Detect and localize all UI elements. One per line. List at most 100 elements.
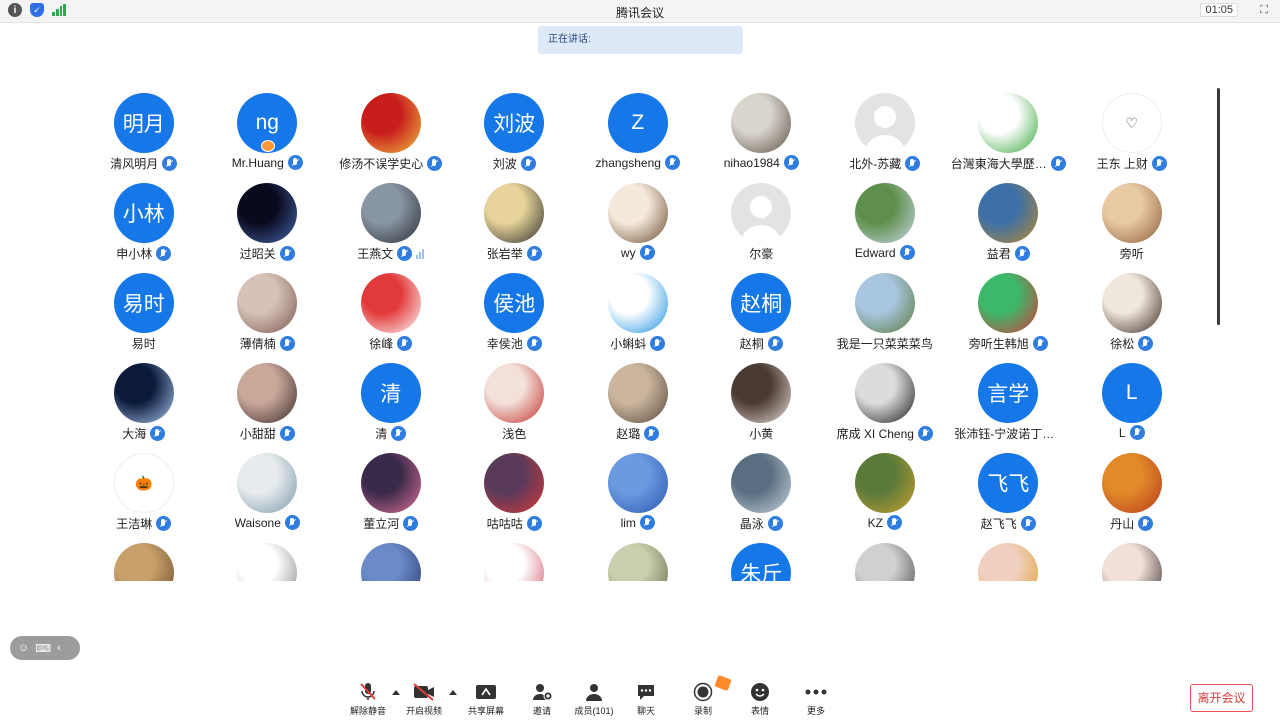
participant-tile[interactable]: 我是一只菜菜菜鸟 [823,268,947,358]
keyboard-icon[interactable]: ⌨ [35,642,51,655]
participant-name-row: 小蝌蚪 [610,335,666,352]
participant-name: 清风明月 [110,157,159,171]
participant-tile[interactable]: 薄倩楠 [206,268,330,358]
more-dots-icon [805,682,827,702]
participant-tile[interactable]: ng Mr.Huang [206,88,330,178]
emoji-icon[interactable]: ☺ [18,642,29,654]
participant-tile[interactable]: 小甜甜 [206,358,330,448]
muted-mic-icon [639,245,655,260]
unmute-button[interactable]: 解除静音 [338,682,398,717]
emoji-reaction-button[interactable]: 表情 [730,682,790,717]
leave-meeting-button[interactable]: 离开会议 [1190,684,1253,712]
participant-tile[interactable]: nihao1984 [700,88,824,178]
participant-tile[interactable]: wy [576,178,700,268]
muted-mic-icon [1020,516,1036,531]
start-video-button[interactable]: 开启视频 [394,682,454,717]
participant-avatar [360,453,421,513]
muted-mic-icon [1032,336,1048,351]
participant-tile[interactable]: 丹山 [1070,448,1194,538]
participant-tile[interactable]: KZ [823,448,947,538]
participant-tile[interactable]: 🎃 王洁琳 [82,448,206,538]
muted-mic-icon [650,336,666,351]
participant-avatar: 赵桐 [731,273,792,333]
participant-tile[interactable]: 明月 清风明月 [82,88,206,178]
participant-tile[interactable]: 小蝌蚪 [576,268,700,358]
muted-mic-icon [397,246,413,261]
participant-name: 修汤不误学史心 [339,157,424,171]
participant-tile[interactable]: 修汤不误学史心 [329,88,453,178]
participant-tile[interactable] [206,538,330,581]
participant-name-row: 修汤不误学史心 [339,155,443,172]
participant-tile[interactable] [82,538,206,581]
participant-tile[interactable]: 赵桐 赵桐 [700,268,824,358]
participant-tile[interactable]: 台灣東海大學歷… [947,88,1071,178]
participant-name: 赵璐 [616,427,641,441]
participant-avatar [484,453,545,513]
collapse-chevron-icon[interactable]: ‹ [57,642,61,654]
invite-button[interactable]: 邀请 [512,682,572,717]
participant-name: Edward [854,245,896,260]
participant-tile[interactable]: Waisone [206,448,330,538]
participant-tile[interactable]: 小黄 [700,358,824,448]
participant-name: 丹山 [1110,517,1135,531]
meeting-timer: 01:05 [1200,3,1238,17]
participant-tile[interactable] [576,538,700,581]
emoji-label: 表情 [750,706,769,716]
video-off-icon [413,682,435,702]
muted-mic-icon [162,156,178,171]
participant-tile[interactable]: ♡ 王东 上财 [1070,88,1194,178]
participant-tile[interactable] [823,538,947,581]
participant-avatar: ♡ [1101,93,1162,153]
muted-mic-icon [1138,516,1154,531]
participant-tile[interactable]: 董立河 [329,448,453,538]
participant-avatar [237,273,298,333]
invite-label: 邀请 [532,706,551,716]
participant-tile[interactable] [1070,538,1194,581]
participant-tile[interactable]: 晶泳 [700,448,824,538]
participant-tile[interactable]: 清清 [329,358,453,448]
more-button[interactable]: 更多 [786,682,846,717]
chat-button[interactable]: 聊天 [616,682,676,717]
participant-tile[interactable]: 席成 XI Cheng [823,358,947,448]
participant-name: 尔豪 [749,247,774,261]
participant-tile[interactable]: 旁听 [1070,178,1194,268]
participant-tile[interactable]: 刘波 刘波 [453,88,577,178]
participant-tile[interactable]: 尔豪 [700,178,824,268]
participant-tile[interactable]: 益君 [947,178,1071,268]
participant-tile[interactable]: 过昭关 [206,178,330,268]
participant-avatar: 飞飞 [978,453,1039,513]
participant-tile[interactable]: 易时 易时 [82,268,206,358]
participant-tile[interactable]: LL [1070,358,1194,448]
share-screen-button[interactable]: 共享屏幕 [456,682,516,717]
floating-tool-panel[interactable]: ☺ ⌨ ‹ [10,636,80,660]
participant-tile[interactable]: 朱斤 [700,538,824,581]
participant-tile[interactable] [453,538,577,581]
gallery-scrollbar[interactable] [1217,88,1220,325]
participant-avatar [113,363,174,423]
participant-tile[interactable]: Zzhangsheng [576,88,700,178]
participant-tile[interactable]: 王燕文 [329,178,453,268]
members-button[interactable]: 成员(101) [564,682,624,717]
participant-name-row: lim [621,515,655,530]
participant-tile[interactable] [329,538,453,581]
participant-tile[interactable] [947,538,1071,581]
participant-tile[interactable]: 言学 张沛钰-宁波诺丁汉… [947,358,1071,448]
participant-tile[interactable]: lim [576,448,700,538]
participant-tile[interactable]: 徐松 [1070,268,1194,358]
participant-tile[interactable]: 浅色 [453,358,577,448]
participant-name-row: 董立河 [363,515,419,532]
participant-tile[interactable]: Edward [823,178,947,268]
participant-tile[interactable]: 咕咕咕 [453,448,577,538]
participant-name: lim [620,515,636,530]
participant-tile[interactable]: 大海 [82,358,206,448]
fullscreen-icon[interactable]: ⛶ [1260,4,1268,17]
participant-tile[interactable]: 徐峰 [329,268,453,358]
participant-tile[interactable]: 赵璐 [576,358,700,448]
participant-tile[interactable]: 张岩举 [453,178,577,268]
participant-tile[interactable]: 飞飞 赵飞飞 [947,448,1071,538]
participant-tile[interactable]: 旁听生韩旭 [947,268,1071,358]
participant-tile[interactable]: 小林 申小林 [82,178,206,268]
participant-name-row: Mr.Huang [232,155,303,170]
participant-tile[interactable]: 侯池 幸侯池 [453,268,577,358]
participant-tile[interactable]: 北外-苏藏 [823,88,947,178]
